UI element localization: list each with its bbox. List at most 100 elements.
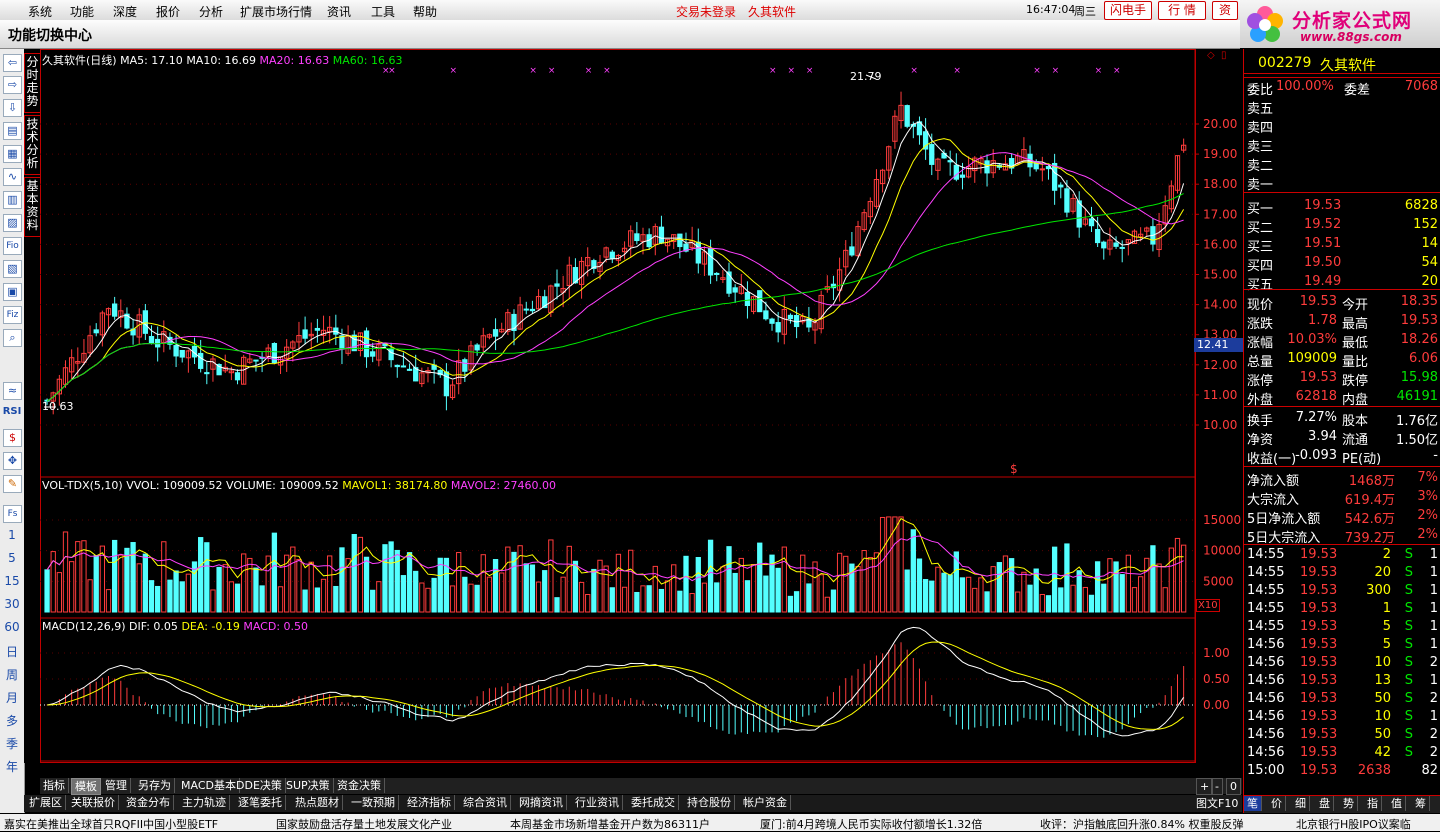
bid-row[interactable]: 买一 19.53 6828: [1244, 197, 1440, 217]
tab-digest-news[interactable]: 网摘资讯: [516, 795, 567, 810]
forward-icon[interactable]: ⇨: [3, 76, 22, 94]
menu-item-analysis[interactable]: 分析: [199, 3, 223, 20]
stat-row[interactable]: 现价 19.53 今开 18.35: [1244, 293, 1440, 313]
tick-row[interactable]: 14:56 19.53 5 S 1: [1244, 636, 1440, 655]
kline-chart-svg[interactable]: 20.0019.0018.0017.0016.0015.0014.0013.00…: [39, 49, 1242, 779]
dollar-icon[interactable]: $: [3, 429, 22, 447]
quote-icon[interactable]: ▤: [3, 122, 22, 140]
ticker-item[interactable]: 本周基金市场新增基金开户数为86311户: [510, 816, 710, 832]
fiz-icon[interactable]: Fiz: [3, 306, 22, 324]
zoom-out-button[interactable]: -: [1211, 778, 1223, 795]
flash-trade-button[interactable]: 闪电手: [1104, 1, 1152, 20]
pencil-icon[interactable]: ✎: [3, 475, 22, 493]
ask-row[interactable]: 卖五: [1244, 97, 1440, 117]
tab-intraday[interactable]: 分时走势: [24, 53, 41, 113]
tab-index[interactable]: 指: [1364, 796, 1382, 811]
zoom-reset-button[interactable]: 0: [1226, 778, 1241, 795]
menu-item-news[interactable]: 资讯: [327, 3, 351, 20]
menu-item-quote[interactable]: 报价: [156, 3, 180, 20]
quote-button[interactable]: 行 情: [1158, 1, 1206, 20]
news-icon[interactable]: ▣: [3, 283, 22, 301]
chart-toggle-icon[interactable]: ▯: [1221, 50, 1227, 61]
period-month-button[interactable]: 月: [0, 689, 24, 706]
menu-item-function[interactable]: 功能: [70, 3, 94, 20]
tab-consensus[interactable]: 一致预期: [348, 795, 399, 810]
stat-row[interactable]: 涨停 19.53 跌停 15.98: [1244, 369, 1440, 389]
tab-manage[interactable]: 管理: [102, 778, 131, 793]
tab-related-quotes[interactable]: 关联报价: [68, 795, 119, 810]
tick-row[interactable]: 14:56 19.53 50 S 2: [1244, 726, 1440, 745]
tab-extended-area[interactable]: 扩展区: [26, 795, 66, 810]
tick-row[interactable]: 14:56 19.53 10 S 2: [1244, 654, 1440, 673]
tick-row[interactable]: 14:56 19.53 42 S 2: [1244, 744, 1440, 763]
tab-sup-decision[interactable]: SUP决策: [283, 778, 334, 793]
bid-row[interactable]: 买四 19.50 54: [1244, 254, 1440, 274]
tab-fundamentals[interactable]: 基本资料: [24, 177, 41, 237]
tab-board[interactable]: 盘: [1316, 796, 1334, 811]
fio-icon[interactable]: Fio: [3, 237, 22, 255]
tab-fund-decision[interactable]: 资金决策: [334, 778, 385, 793]
flow-row[interactable]: 大宗流入 619.4万 3%: [1244, 488, 1440, 508]
f10-label[interactable]: 图文F10: [1196, 795, 1242, 812]
stat-row[interactable]: 涨幅 10.03% 最低 18.26: [1244, 331, 1440, 351]
tab-value[interactable]: 值: [1388, 796, 1406, 811]
period-multi-button[interactable]: 多: [0, 712, 24, 729]
bid-row[interactable]: 买二 19.52 152: [1244, 216, 1440, 236]
tick-row[interactable]: 14:56 19.53 50 S 2: [1244, 690, 1440, 709]
period-5min-button[interactable]: 5: [0, 551, 24, 565]
tab-detail[interactable]: 细: [1292, 796, 1310, 811]
report-icon[interactable]: ▨: [3, 214, 22, 232]
ask-row[interactable]: 卖二: [1244, 154, 1440, 174]
menu-item-tools[interactable]: 工具: [371, 3, 395, 20]
tab-macd-basic[interactable]: MACD基本: [178, 778, 240, 793]
kline-icon[interactable]: ▥: [3, 191, 22, 209]
chart-diamond-icon[interactable]: ◇: [1207, 50, 1215, 61]
ask-row[interactable]: 卖三: [1244, 135, 1440, 155]
period-week-button[interactable]: 周: [0, 666, 24, 683]
fund-row[interactable]: 净资 3.94 流通 1.50亿: [1244, 428, 1440, 448]
tab-technical[interactable]: 技术分析: [24, 115, 41, 175]
stat-row[interactable]: 总量 109009 量比 6.06: [1244, 350, 1440, 370]
menu-item-extended-market[interactable]: 扩展市场行情: [240, 3, 312, 20]
ask-row[interactable]: 卖一: [1244, 173, 1440, 193]
flow-row[interactable]: 5日净流入额 542.6万 2%: [1244, 507, 1440, 527]
period-1min-button[interactable]: 1: [0, 528, 24, 542]
tab-trend[interactable]: 势: [1340, 796, 1358, 811]
ask-row[interactable]: 卖四: [1244, 116, 1440, 136]
tab-main-track[interactable]: 主力轨迹: [179, 795, 230, 810]
tab-price[interactable]: 价: [1268, 796, 1286, 811]
trade-status[interactable]: 交易未登录: [676, 3, 736, 20]
tab-economic-indicators[interactable]: 经济指标: [404, 795, 455, 810]
tick-row[interactable]: 14:55 19.53 2 S 1: [1244, 546, 1440, 565]
tick-row[interactable]: 14:56 19.53 13 S 1: [1244, 672, 1440, 691]
f10-icon[interactable]: ▧: [3, 260, 22, 278]
ticker-item[interactable]: 国家鼓励盘活存量土地发展文化产业: [276, 816, 452, 832]
stat-row[interactable]: 外盘 62818 内盘 46191: [1244, 388, 1440, 408]
tab-industry-news[interactable]: 行业资讯: [572, 795, 623, 810]
tick-row[interactable]: 14:56 19.53 10 S 1: [1244, 708, 1440, 727]
period-day-button[interactable]: 日: [0, 643, 24, 660]
fund-row[interactable]: 换手 7.27% 股本 1.76亿: [1244, 409, 1440, 429]
tick-row[interactable]: 14:55 19.53 5 S 1: [1244, 618, 1440, 637]
search-icon[interactable]: ⌕: [3, 329, 22, 347]
flow-row[interactable]: 5日大宗流入 739.2万 2%: [1244, 526, 1440, 546]
tab-order-fills[interactable]: 委托成交: [628, 795, 679, 810]
down-icon[interactable]: ⇩: [3, 99, 22, 117]
period-fs-button[interactable]: Fs: [3, 505, 22, 523]
ticker-item[interactable]: 厦门:前4月跨境人民币实际收付额增长1.32倍: [760, 816, 982, 832]
menu-item-help[interactable]: 帮助: [413, 3, 437, 20]
period-quarter-button[interactable]: 季: [0, 735, 24, 752]
ticker-item[interactable]: 收评：沪指触底回升涨0.84% 权重股反弹: [1040, 816, 1243, 832]
tick-row[interactable]: 15:00 19.53 2638 82: [1244, 762, 1440, 781]
bid-row[interactable]: 买三 19.51 14: [1244, 235, 1440, 255]
period-60min-button[interactable]: 60: [0, 620, 24, 634]
fund-row[interactable]: 收益(一) -0.093 PE(动) -: [1244, 447, 1440, 467]
tab-tick-orders[interactable]: 逐笔委托: [235, 795, 286, 810]
tab-account-funds[interactable]: 帐户资金: [740, 795, 791, 810]
menu-item-system[interactable]: 系统: [28, 3, 52, 20]
back-icon[interactable]: ⇦: [3, 54, 22, 72]
tab-tick[interactable]: 笔: [1244, 796, 1262, 811]
move-icon[interactable]: ✥: [3, 452, 22, 470]
period-30min-button[interactable]: 30: [0, 597, 24, 611]
trend-icon[interactable]: ≈: [3, 382, 22, 400]
